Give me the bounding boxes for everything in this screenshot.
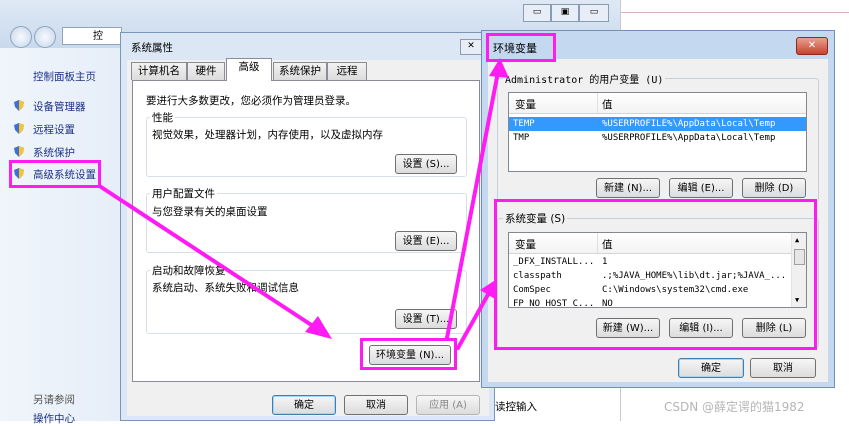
address-input[interactable]: 控 — [62, 27, 122, 45]
dialog-title: 系统属性 — [131, 42, 173, 54]
variable-name: _DFX_INSTALL... — [513, 257, 595, 267]
startup-recovery-settings-button[interactable]: 设置 (T)... — [395, 309, 457, 329]
variable-value: NO — [602, 299, 613, 308]
performance-settings-button[interactable]: 设置 (S)... — [395, 154, 457, 174]
column-header-variable[interactable]: 变量 — [515, 237, 536, 252]
table-row[interactable]: ComSpec C:\Windows\system32\cmd.exe — [509, 283, 806, 297]
control-panel-home-link[interactable]: 控制面板主页 — [33, 69, 96, 84]
tab-hardware[interactable]: 硬件 — [187, 62, 225, 80]
user-variables-table[interactable]: 变量 值 TEMP %USERPROFILE%\AppData\Local\Te… — [508, 92, 807, 172]
user-new-button[interactable]: 新建 (N)... — [596, 178, 660, 198]
shield-icon — [14, 123, 24, 134]
variable-name: TEMP — [513, 119, 535, 129]
minimize-button[interactable]: ▭ — [523, 4, 551, 22]
user-delete-button[interactable]: 删除 (D) — [742, 178, 806, 198]
watermark: CSDN @薛定谔的猫1982 — [664, 400, 805, 414]
window-controls: ▭ ▣ ▭ — [523, 4, 613, 22]
close-button[interactable]: ▭ — [579, 4, 609, 22]
user-profiles-title: 用户配置文件 — [150, 186, 217, 201]
scroll-up-arrow-icon[interactable]: ▲ — [795, 236, 799, 244]
user-profiles-settings-button[interactable]: 设置 (E)... — [395, 231, 457, 251]
address-text: 控 — [93, 31, 103, 42]
highlight-box-env-button — [360, 338, 457, 370]
user-edit-button[interactable]: 编辑 (E)... — [669, 178, 733, 198]
variable-value: .;%JAVA_HOME%\lib\dt.jar;%JAVA_... — [602, 271, 787, 281]
system-new-button[interactable]: 新建 (W)... — [596, 318, 660, 338]
table-row[interactable]: classpath .;%JAVA_HOME%\lib\dt.jar;%JAVA… — [509, 269, 806, 283]
table-row[interactable]: FP_NO_HOST_C... NO — [509, 297, 806, 308]
maximize-button[interactable]: ▣ — [551, 4, 579, 22]
variable-value: 1 — [602, 257, 608, 267]
tab-remote[interactable]: 远程 — [327, 62, 367, 80]
startup-recovery-title: 启动和故障恢复 — [150, 263, 228, 278]
tab-computer-name[interactable]: 计算机名 — [131, 62, 187, 80]
dialog-close-button[interactable]: ✕ — [460, 39, 482, 55]
table-header: 变量 值 — [509, 233, 806, 254]
highlight-box-advanced-settings — [9, 160, 101, 188]
nav-item-label: 远程设置 — [33, 124, 75, 136]
user-profiles-desc: 与您登录有关的桌面设置 — [152, 206, 268, 218]
table-row[interactable]: TEMP %USERPROFILE%\AppData\Local\Temp — [509, 117, 806, 131]
sys-ok-button[interactable]: 确定 — [272, 395, 336, 415]
variable-value: %USERPROFILE%\AppData\Local\Temp — [602, 133, 776, 143]
performance-title: 性能 — [150, 110, 175, 125]
column-header-variable[interactable]: 变量 — [515, 97, 536, 112]
system-variables-table[interactable]: 变量 值 _DFX_INSTALL... 1 classpath .;%JAVA… — [508, 232, 807, 308]
user-variables-title: Administrator 的用户变量 (U) — [503, 71, 666, 86]
nav-item-label: 设备管理器 — [33, 101, 86, 113]
table-header: 变量 值 — [509, 93, 806, 114]
highlight-box-env-title — [486, 33, 556, 62]
status-fragment: 读控输入 — [495, 401, 537, 413]
vertical-scrollbar[interactable]: ▲ ▼ — [791, 233, 806, 307]
red-swoosh-decoration — [621, 0, 849, 13]
column-header-value[interactable]: 值 — [602, 97, 613, 112]
variable-name: ComSpec — [513, 285, 551, 295]
variable-name: TMP — [513, 133, 530, 143]
see-also-heading: 另请参阅 — [33, 394, 75, 406]
forward-button[interactable] — [34, 26, 56, 48]
env-close-button[interactable]: ✕ — [796, 37, 828, 55]
sys-apply-button[interactable]: 应用 (A) — [416, 395, 480, 415]
variable-value: %USERPROFILE%\AppData\Local\Temp — [602, 119, 776, 129]
variable-name: FP_NO_HOST_C... — [513, 299, 595, 308]
shield-icon — [14, 100, 24, 111]
startup-recovery-desc: 系统启动、系统失败和调试信息 — [152, 282, 299, 294]
tab-advanced[interactable]: 高级 — [226, 58, 272, 81]
system-edit-button[interactable]: 编辑 (I)... — [669, 318, 733, 338]
nav-item-label: 系统保护 — [33, 147, 75, 159]
variable-value: C:\Windows\system32\cmd.exe — [602, 285, 749, 295]
table-row[interactable]: _DFX_INSTALL... 1 — [509, 255, 806, 269]
performance-desc: 视觉效果，处理器计划，内存使用，以及虚拟内存 — [152, 129, 383, 141]
scroll-thumb[interactable] — [794, 249, 805, 265]
env-cancel-button[interactable]: 取消 — [750, 358, 816, 378]
variable-name: classpath — [513, 271, 562, 281]
back-button[interactable] — [10, 26, 32, 48]
shield-icon — [14, 146, 24, 157]
tab-system-protection[interactable]: 系统保护 — [273, 62, 327, 80]
sys-cancel-button[interactable]: 取消 — [344, 395, 408, 415]
env-ok-button[interactable]: 确定 — [678, 358, 744, 378]
table-row[interactable]: TMP %USERPROFILE%\AppData\Local\Temp — [509, 131, 806, 145]
scroll-down-arrow-icon[interactable]: ▼ — [795, 296, 799, 304]
admin-note: 要进行大多数更改，您必须作为管理员登录。 — [146, 95, 356, 107]
action-center-link[interactable]: 操作中心 — [33, 411, 75, 426]
system-delete-button[interactable]: 删除 (L) — [742, 318, 806, 338]
column-header-value[interactable]: 值 — [602, 237, 613, 252]
